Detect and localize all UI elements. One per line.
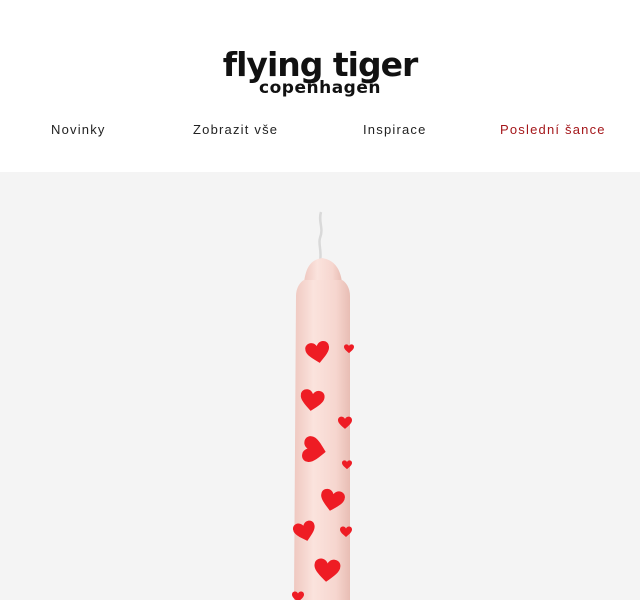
site-header: flying tiger copenhagen Novinky Zobrazit… <box>0 0 640 172</box>
nav-item-posledni-sance[interactable]: Poslední šance <box>500 122 606 137</box>
candle-body <box>294 280 350 600</box>
nav-item-novinky[interactable]: Novinky <box>51 122 106 137</box>
hero-banner[interactable] <box>0 172 640 600</box>
brand-name: flying tiger <box>222 45 418 84</box>
brand-logo[interactable]: flying tiger copenhagen <box>0 45 640 98</box>
candle-wick <box>318 211 323 263</box>
candle-tip <box>304 258 342 282</box>
hero-candle-image <box>291 211 354 600</box>
brand-subtitle: copenhagen <box>259 78 381 98</box>
nav-item-zobrazit-vse[interactable]: Zobrazit vše <box>193 122 278 137</box>
nav-item-inspirace[interactable]: Inspirace <box>363 122 427 137</box>
main-nav: Novinky Zobrazit vše Inspirace Poslední … <box>0 122 640 142</box>
